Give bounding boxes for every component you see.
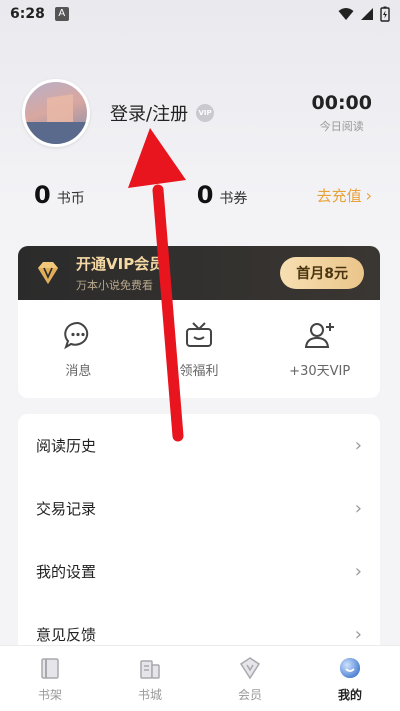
vip-badge-icon: VIP (196, 104, 215, 122)
avatar[interactable] (22, 79, 90, 147)
tab-label: 会员 (237, 688, 262, 702)
tv-gift-icon (186, 321, 212, 347)
tab-profile[interactable]: 我的 (300, 646, 400, 711)
coins-label: 书币 (56, 191, 85, 207)
chevron-right-icon: › (354, 435, 362, 456)
menu-item-settings[interactable]: 我的设置 › (18, 540, 380, 603)
vip-quick-card: 开通VIP会员 万本小说免费看 首月8元 消息 领福利 +30天VIP (18, 246, 380, 398)
tab-label: 我的 (337, 688, 362, 702)
quick-action-vip-30days[interactable]: +30天VIP (259, 320, 380, 379)
coins-value: 0 (34, 181, 51, 209)
vip-first-month-button[interactable]: 首月8元 (280, 257, 364, 289)
quick-action-messages[interactable]: 消息 (18, 320, 139, 379)
quick-action-label: 领福利 (179, 363, 219, 379)
status-time: 6:28 (10, 6, 45, 22)
notification-icon: A (54, 7, 69, 21)
tab-bookstore[interactable]: 书城 (100, 646, 200, 711)
quick-action-benefits[interactable]: 领福利 (139, 320, 260, 379)
wallet-stats: 0 书币 0 书券 去充值 › (34, 180, 372, 210)
menu-item-transactions[interactable]: 交易记录 › (18, 477, 380, 540)
tab-member[interactable]: 会员 (200, 646, 300, 711)
vip-banner[interactable]: 开通VIP会员 万本小说免费看 首月8元 (18, 246, 380, 300)
coupons-label: 书券 (219, 191, 248, 207)
recharge-button[interactable]: 去充值 › (317, 185, 372, 206)
message-icon (64, 321, 89, 349)
menu-item-label: 交易记录 (36, 500, 97, 518)
chevron-right-icon: › (354, 624, 362, 645)
menu-item-reading-history[interactable]: 阅读历史 › (18, 414, 380, 477)
profile-icon (340, 658, 360, 678)
chevron-right-icon: › (365, 185, 372, 205)
quick-action-label: 消息 (65, 363, 92, 379)
menu-item-label: 我的设置 (36, 563, 97, 581)
member-icon (239, 657, 261, 680)
vip-title: 开通VIP会员 (76, 255, 165, 273)
diamond-icon (38, 262, 58, 284)
bookstore-icon (140, 660, 160, 679)
status-indicators (338, 6, 390, 22)
battery-icon (380, 6, 390, 22)
reading-time-value: 00:00 (311, 92, 372, 114)
chevron-right-icon: › (354, 498, 362, 519)
recharge-label: 去充值 (316, 186, 362, 205)
bookshelf-icon (41, 658, 59, 679)
quick-action-label: +30天VIP (289, 363, 351, 379)
menu-item-label: 阅读历史 (36, 437, 97, 455)
coins-stat[interactable]: 0 书币 (34, 181, 85, 209)
wifi-icon (338, 8, 354, 20)
status-bar: 6:28 A (0, 0, 400, 28)
reading-time-label: 今日阅读 (319, 120, 364, 133)
bottom-tab-bar: 书架 书城 会员 我的 (0, 645, 400, 711)
tab-label: 书架 (37, 688, 62, 702)
coupons-value: 0 (196, 181, 214, 209)
profile-section: 登录/注册 VIP (22, 78, 215, 148)
tab-label: 书城 (137, 688, 162, 702)
menu-item-label: 意见反馈 (36, 626, 97, 644)
add-user-icon (304, 322, 334, 348)
vip-subtitle: 万本小说免费看 (76, 279, 153, 292)
chevron-right-icon: › (354, 561, 362, 582)
signal-icon (361, 8, 373, 20)
settings-menu: 阅读历史 › 交易记录 › 我的设置 › 意见反馈 › (18, 414, 380, 654)
coupons-stat[interactable]: 0 书券 (197, 181, 248, 209)
quick-actions: 消息 领福利 +30天VIP (18, 300, 380, 398)
tab-bookshelf[interactable]: 书架 (0, 646, 100, 711)
login-register-link[interactable]: 登录/注册 (110, 100, 188, 126)
reading-time: 00:00 今日阅读 (312, 92, 372, 134)
